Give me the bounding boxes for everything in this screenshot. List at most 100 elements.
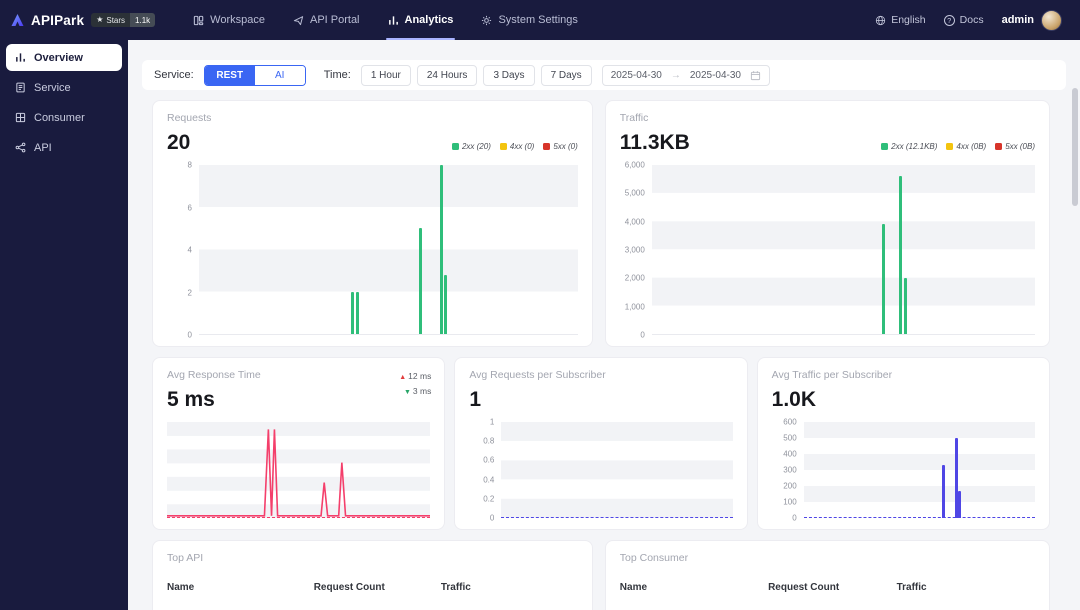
vertical-scrollbar-thumb[interactable]: [1072, 88, 1078, 206]
arrow-up-icon: ▲: [399, 374, 407, 381]
avg-traffic-per-subscriber-value: 1.0K: [771, 388, 817, 411]
sidebar-item-label: Service: [34, 81, 71, 94]
globe-icon: [875, 15, 886, 26]
date-from: 2025-04-30: [610, 69, 662, 81]
card-title: Avg Response Time: [167, 369, 261, 381]
language-switcher[interactable]: English: [875, 14, 926, 26]
requests-bar-chart: 86420: [167, 161, 578, 340]
sidebar-item-label: Overview: [34, 51, 83, 64]
app-logo[interactable]: APIPark: [10, 13, 84, 28]
traffic-bar-chart: 6,000 5,000 4,000 3,000 2,000 1,000 0: [620, 161, 1035, 340]
legend-item-5xx[interactable]: 5xx (0): [543, 142, 578, 151]
nav-item-system-settings[interactable]: System Settings: [467, 0, 591, 40]
response-time-line-chart: [167, 422, 431, 518]
sidebar-item-label: API: [34, 141, 52, 154]
sidebar-item-api[interactable]: API: [6, 134, 122, 161]
avg-requests-per-subscriber-value: 1: [469, 388, 482, 411]
card-title: Top Consumer: [619, 552, 689, 564]
analytics-icon: [388, 15, 399, 26]
nav-item-api-portal[interactable]: API Portal: [279, 0, 374, 40]
service-option-ai[interactable]: AI: [254, 65, 305, 85]
calendar-icon: [750, 70, 761, 81]
legend-item-2xx[interactable]: 2xx (20): [451, 142, 491, 151]
legend-label: 4xx (0): [509, 142, 535, 151]
time-button-3-days[interactable]: 3 Days: [483, 64, 535, 86]
github-stars-badge[interactable]: ★ Stars 1.1k: [91, 13, 156, 27]
range-arrow: →: [670, 69, 681, 81]
nav-label: Workspace: [210, 14, 265, 26]
sidebar-item-overview[interactable]: Overview: [6, 44, 122, 71]
legend-swatch-2xx: [881, 143, 889, 150]
legend-swatch-5xx: [543, 143, 551, 150]
card-title: Avg Requests per Subscriber: [469, 369, 606, 381]
top-api-card: Top API Name Request Count Traffic: [152, 540, 593, 610]
stars-label: Stars: [106, 15, 126, 25]
column-header-traffic: Traffic: [440, 582, 471, 593]
row-average-charts: Avg Response Time ▲ 12 ms ▼ 3 ms 5 ms Avg …: [152, 357, 1050, 530]
sidebar: Overview Service Consumer API: [0, 40, 128, 610]
nav-label: API Portal: [309, 14, 360, 26]
column-header-name: Name: [619, 582, 648, 593]
traffic-total-value: 11.3KB: [619, 131, 690, 154]
nav-item-analytics[interactable]: Analytics: [374, 0, 468, 40]
api-portal-icon: [293, 15, 304, 26]
gear-icon: [481, 15, 492, 26]
legend-label: 2xx (12.1KB): [891, 142, 938, 151]
requests-per-subscriber-chart: 1 0.8 0.6 0.4 0.2 0: [469, 418, 733, 523]
legend-item-2xx[interactable]: 2xx (12.1KB): [881, 142, 937, 151]
topbar-right: English ? Docs admin: [875, 9, 1062, 31]
avg-traffic-per-subscriber-card: Avg Traffic per Subscriber 1.0K 600 500 40…: [756, 357, 1050, 530]
nav-label: System Settings: [498, 14, 578, 26]
legend-swatch-2xx: [451, 143, 459, 150]
row-top-tables: Top API Name Request Count Traffic Top C…: [152, 540, 1050, 610]
legend-label: 2xx (20): [461, 142, 491, 151]
traffic-card: Traffic 11.3KB 2xx (12.1KB) 4xx (0B) 5xx…: [604, 100, 1050, 347]
top-navigation-bar: APIPark ★ Stars 1.1k Workspace API Portal…: [0, 0, 1080, 40]
service-segmented-control: REST AI: [203, 64, 306, 86]
column-header-request-count: Request Count: [768, 582, 840, 593]
user-menu[interactable]: admin: [1002, 9, 1062, 31]
top-api-table-header: Name Request Count Traffic: [167, 582, 578, 593]
filter-bar: Service: REST AI Time: 1 Hour 24 Hours 3…: [142, 60, 1066, 90]
service-document-icon: [15, 82, 26, 93]
avg-response-time-card: Avg Response Time ▲ 12 ms ▼ 3 ms 5 ms: [152, 357, 446, 530]
requests-total-value: 20: [167, 131, 191, 154]
min-response-time: 3 ms: [412, 385, 432, 396]
consumer-grid-icon: [15, 112, 26, 123]
docs-link[interactable]: ? Docs: [943, 14, 984, 26]
sidebar-item-service[interactable]: Service: [6, 74, 122, 101]
max-response-time: 12 ms: [408, 371, 432, 381]
column-header-name: Name: [167, 582, 195, 593]
top-consumer-table-header: Name Request Count Traffic: [620, 582, 1035, 593]
traffic-per-subscriber-chart: 600 500 400 300 200 100 0: [772, 418, 1035, 523]
nav-item-workspace[interactable]: Workspace: [179, 0, 279, 40]
card-title: Top API: [167, 552, 204, 564]
service-filter-label: Service:: [154, 69, 194, 81]
overview-icon: [15, 52, 26, 63]
service-option-rest[interactable]: REST: [204, 65, 255, 85]
legend-item-5xx[interactable]: 5xx (0B): [995, 142, 1035, 151]
time-button-24-hours[interactable]: 24 Hours: [416, 64, 478, 86]
time-button-1-hour[interactable]: 1 Hour: [360, 64, 411, 86]
sidebar-item-consumer[interactable]: Consumer: [6, 104, 122, 131]
nav-label: Analytics: [404, 14, 454, 26]
workspace-icon: [193, 15, 204, 26]
star-icon: ★: [96, 15, 104, 24]
help-icon: ?: [943, 14, 955, 26]
time-button-7-days[interactable]: 7 Days: [540, 64, 592, 86]
traffic-legend: 2xx (12.1KB) 4xx (0B) 5xx (0B): [881, 142, 1035, 155]
top-consumer-card: Top Consumer Name Request Count Traffic: [604, 540, 1050, 610]
legend-item-4xx[interactable]: 4xx (0): [499, 142, 535, 151]
legend-item-4xx[interactable]: 4xx (0B): [946, 142, 986, 151]
legend-label: 5xx (0B): [1005, 142, 1035, 151]
column-header-request-count: Request Count: [313, 582, 385, 593]
card-title: Avg Traffic per Subscriber: [771, 369, 893, 381]
main-content: Service: REST AI Time: 1 Hour 24 Hours 3…: [128, 40, 1080, 610]
legend-swatch-4xx: [946, 143, 954, 150]
requests-legend: 2xx (20) 4xx (0) 5xx (0): [451, 142, 578, 155]
time-range-buttons: 1 Hour 24 Hours 3 Days 7 Days: [360, 64, 592, 86]
date-range-picker[interactable]: 2025-04-30 → 2025-04-30: [601, 64, 770, 86]
row-status-charts: Requests 20 2xx (20) 4xx (0) 5xx (0) 864…: [152, 100, 1050, 347]
stars-count: 1.1k: [130, 13, 156, 27]
arrow-down-icon: ▼: [403, 388, 411, 396]
